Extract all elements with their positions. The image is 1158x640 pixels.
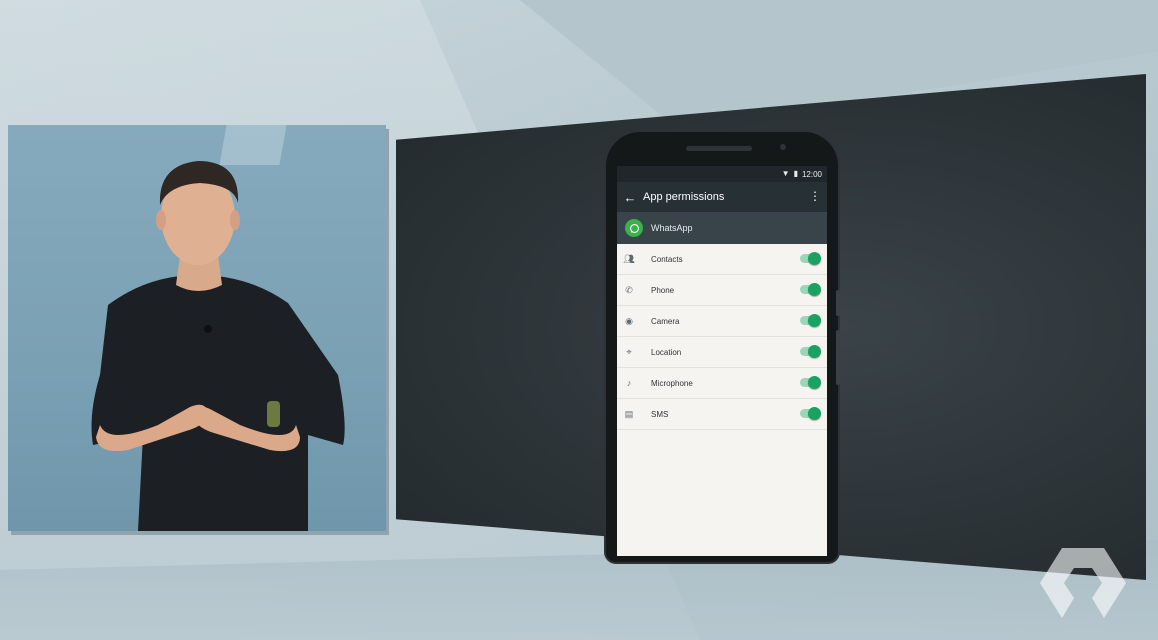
more-vert-icon[interactable]: ⋮ bbox=[809, 190, 821, 202]
permission-row-microphone[interactable]: ♪ Microphone bbox=[617, 368, 827, 399]
app-bar-title: App permissions bbox=[643, 191, 725, 203]
app-header: WhatsApp bbox=[617, 212, 827, 244]
sms-icon: ▤ bbox=[624, 408, 634, 419]
permission-toggle[interactable] bbox=[800, 407, 821, 420]
phone-icon: ✆ bbox=[625, 284, 633, 295]
toggle-knob bbox=[808, 283, 821, 296]
app-bar: ← App permissions ⋮ bbox=[617, 182, 827, 212]
status-time: 12:00 bbox=[801, 169, 822, 179]
permission-label: Camera bbox=[651, 316, 680, 326]
app-name: WhatsApp bbox=[651, 223, 693, 233]
phone-front-camera bbox=[780, 144, 786, 150]
permission-label: Contacts bbox=[651, 254, 683, 264]
microphone-icon: ♪ bbox=[626, 378, 632, 388]
permission-label: SMS bbox=[651, 409, 669, 419]
permission-toggle[interactable] bbox=[800, 376, 821, 389]
permission-toggle[interactable] bbox=[800, 283, 821, 296]
toggle-knob bbox=[808, 376, 821, 389]
permission-row-camera[interactable]: ◉ Camera bbox=[617, 306, 827, 337]
permission-label: Phone bbox=[651, 285, 675, 295]
permission-toggle[interactable] bbox=[800, 345, 821, 358]
wifi-icon: ▼ bbox=[781, 169, 790, 178]
battery-icon: ▮ bbox=[793, 169, 798, 178]
location-icon: ⌖ bbox=[626, 346, 632, 357]
contacts-icon: 👥︎ bbox=[623, 253, 635, 264]
presenter-image bbox=[91, 161, 345, 531]
permission-toggle[interactable] bbox=[800, 252, 821, 265]
toggle-knob bbox=[808, 407, 821, 420]
toggle-knob bbox=[808, 314, 821, 327]
event-logo-icon bbox=[1040, 548, 1126, 618]
permission-row-sms[interactable]: ▤ SMS bbox=[617, 399, 827, 430]
phone-side-button bbox=[836, 290, 840, 316]
status-bar: ▼ ▮ 12:00 bbox=[617, 166, 827, 182]
arrow-back-icon[interactable]: ← bbox=[617, 190, 643, 205]
camera-icon: ◉ bbox=[625, 315, 633, 326]
permission-row-phone[interactable]: ✆ Phone bbox=[617, 275, 827, 306]
phone-screen: ▼ ▮ 12:00 ← App permissions ⋮ WhatsApp 👥… bbox=[617, 166, 827, 556]
toggle-knob bbox=[808, 252, 821, 265]
toggle-knob bbox=[808, 345, 821, 358]
permission-row-location[interactable]: ⌖ Location bbox=[617, 337, 827, 368]
permission-list: 👥︎ Contacts ✆ Phone ◉ Camera ⌖ Location … bbox=[617, 244, 827, 430]
speaker-video-panel bbox=[8, 125, 386, 531]
phone-speaker-grill bbox=[686, 146, 752, 151]
permission-label: Microphone bbox=[651, 378, 693, 388]
whatsapp-icon bbox=[625, 219, 643, 237]
phone-volume-button bbox=[836, 330, 840, 385]
permission-toggle[interactable] bbox=[800, 314, 821, 327]
permission-row-contacts[interactable]: 👥︎ Contacts bbox=[617, 244, 827, 275]
permission-label: Location bbox=[651, 347, 682, 357]
